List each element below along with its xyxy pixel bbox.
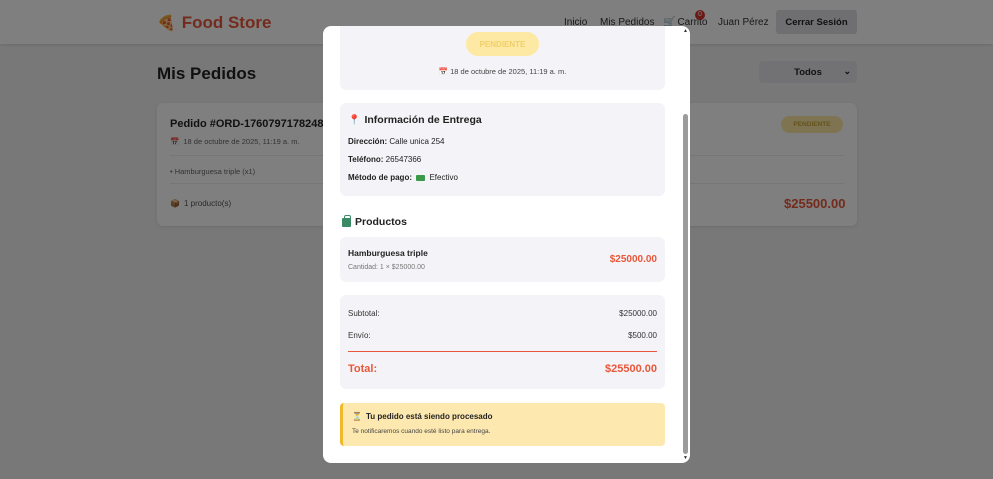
delivery-address: Dirección: Calle unica 254 <box>348 137 445 146</box>
payment-value: Efectivo <box>429 173 458 182</box>
payment-label: Método de pago: <box>348 173 412 182</box>
notice-title-text: Tu pedido está siendo procesado <box>365 412 493 421</box>
shipping-row: Envío: $500.00 <box>348 331 657 340</box>
address-value: Calle unica 254 <box>389 137 445 146</box>
address-label: Dirección: <box>348 137 388 146</box>
modal-scrollbar[interactable]: ▲ ▼ <box>681 26 690 463</box>
scrollbar-thumb[interactable] <box>683 114 688 454</box>
delivery-info-panel: 📍 Información de Entrega Dirección: Call… <box>340 103 665 196</box>
delivery-phone: Teléfono: 26547366 <box>348 155 421 164</box>
product-name: Hamburguesa triple <box>348 248 428 258</box>
processing-notice: ⏳ Tu pedido está siendo procesado Te not… <box>340 403 665 446</box>
scroll-down-arrow-icon[interactable]: ▼ <box>683 455 688 461</box>
products-title: Productos <box>342 214 407 228</box>
notice-text: Te notificaremos cuando esté listo para … <box>352 428 491 435</box>
shipping-label: Envío: <box>348 331 371 340</box>
cash-icon <box>416 174 426 181</box>
shipping-value: $500.00 <box>628 331 657 340</box>
shopping-bag-icon <box>342 214 351 227</box>
delivery-title-text: Información de Entrega <box>364 114 482 126</box>
products-title-text: Productos <box>355 216 407 228</box>
delivery-payment: Método de pago: Efectivo <box>348 173 458 182</box>
subtotal-row: Subtotal: $25000.00 <box>348 309 657 318</box>
hourglass-icon: ⏳ <box>352 412 362 421</box>
subtotal-label: Subtotal: <box>348 309 380 318</box>
phone-label: Teléfono: <box>348 155 384 164</box>
product-row: Hamburguesa triple Cantidad: 1 × $25000.… <box>340 237 665 282</box>
delivery-title: 📍 Información de Entrega <box>348 114 482 126</box>
product-quantity: Cantidad: 1 × $25000.00 <box>348 264 425 271</box>
status-badge: PENDIENTE <box>466 32 539 56</box>
order-date-text: 18 de octubre de 2025, 11:19 a. m. <box>450 67 567 76</box>
total-label: Total: <box>348 363 378 375</box>
scroll-up-arrow-icon[interactable]: ▲ <box>683 28 688 34</box>
total-value: $25500.00 <box>605 363 657 375</box>
product-price: $25000.00 <box>609 254 657 265</box>
total-row: Total: $25500.00 <box>348 363 657 375</box>
map-pin-icon: 📍 <box>348 114 361 126</box>
phone-value: 26547366 <box>385 155 422 164</box>
subtotal-value: $25000.00 <box>619 309 657 318</box>
order-summary: Subtotal: $25000.00 Envío: $500.00 Total… <box>340 295 665 389</box>
status-panel: PENDIENTE 📅 18 de octubre de 2025, 11:19… <box>340 26 665 90</box>
order-detail-modal: PENDIENTE 📅 18 de octubre de 2025, 11:19… <box>323 26 690 463</box>
order-date: 📅 18 de octubre de 2025, 11:19 a. m. <box>340 67 665 76</box>
calendar-icon: 📅 <box>438 67 449 76</box>
notice-title: ⏳ Tu pedido está siendo procesado <box>352 412 493 421</box>
divider <box>348 351 657 352</box>
